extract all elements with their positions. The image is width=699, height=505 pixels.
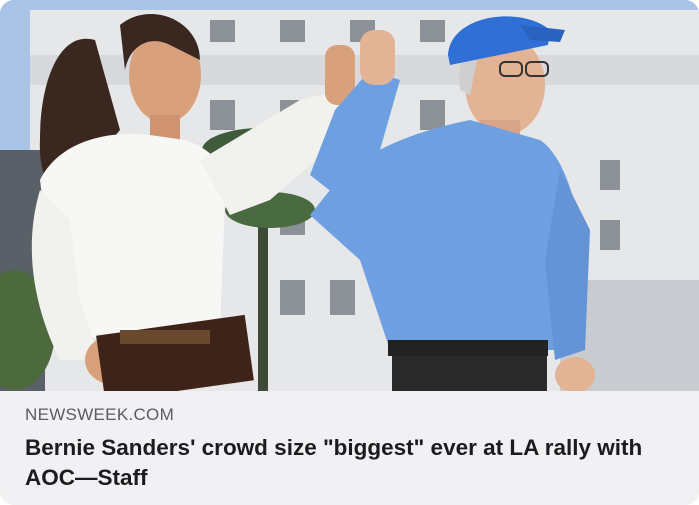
link-preview-card[interactable]: NEWSWEEK.COM Bernie Sanders' crowd size … (0, 0, 699, 505)
source-domain: NEWSWEEK.COM (25, 405, 175, 424)
article-photo-illustration (0, 0, 699, 391)
link-preview-footer[interactable]: NEWSWEEK.COM Bernie Sanders' crowd size … (0, 391, 699, 505)
article-photo[interactable] (0, 0, 699, 391)
article-headline[interactable]: Bernie Sanders' crowd size "biggest" eve… (25, 433, 685, 493)
